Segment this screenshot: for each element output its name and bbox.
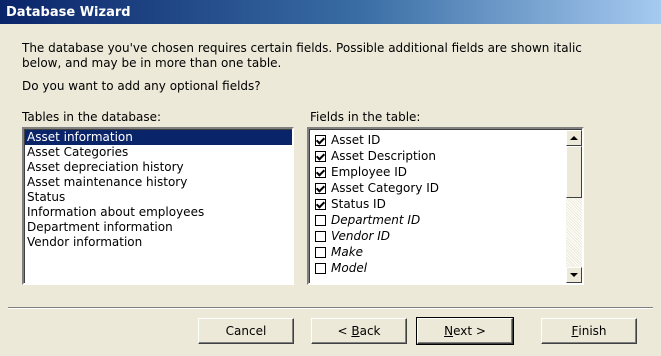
next-button[interactable]: Next > [416, 317, 514, 345]
field-label: Employee ID [331, 165, 408, 179]
tables-label: Tables in the database: [22, 110, 162, 124]
scroll-down-button[interactable] [566, 267, 582, 283]
table-list-item[interactable]: Asset information [25, 130, 292, 145]
fields-list-container: Asset ID Asset Description Employee ID Asse… [309, 129, 582, 283]
table-list-item[interactable]: Vendor information [25, 235, 292, 250]
field-label: Vendor ID [331, 229, 390, 243]
table-list-item[interactable]: Status [25, 190, 292, 205]
field-checkbox[interactable] [315, 262, 326, 274]
back-button[interactable]: < Back [311, 318, 407, 344]
field-list-item[interactable]: Asset ID [310, 132, 566, 148]
field-checkbox[interactable] [315, 150, 326, 162]
table-list-item[interactable]: Department information [25, 220, 292, 235]
back-button-label-prefix: < [337, 324, 352, 338]
next-button-label-suffix: ext > [453, 324, 486, 338]
field-label: Asset Category ID [331, 181, 440, 195]
fields-scrollbar[interactable] [566, 130, 582, 283]
field-list-item[interactable]: Make [310, 244, 566, 260]
optional-fields-question: Do you want to add any optional fields? [22, 79, 261, 93]
fields-label: Fields in the table: [310, 110, 421, 124]
field-label: Model [331, 261, 368, 275]
intro-text-line-2: below, and may be in more than one table… [22, 56, 282, 70]
next-button-accesskey: N [444, 324, 454, 338]
finish-button-label-suffix: inish [578, 324, 607, 338]
field-list-item[interactable]: Asset Category ID [310, 180, 566, 196]
field-list-item[interactable]: Employee ID [310, 164, 566, 180]
table-list-item[interactable]: Asset Categories [25, 145, 292, 160]
table-list-item[interactable]: Asset maintenance history [25, 175, 292, 190]
fields-listbox[interactable]: Asset ID Asset Description Employee ID Asse… [307, 127, 584, 285]
field-checkbox[interactable] [315, 198, 326, 210]
intro-text-line-1: The database you've chosen requires cert… [22, 41, 582, 55]
tables-list: Asset information Asset Categories Asset d… [24, 129, 292, 283]
finish-button[interactable]: Finish [541, 318, 637, 344]
scroll-up-button[interactable] [566, 130, 582, 146]
field-checkbox[interactable] [315, 166, 326, 178]
field-checkbox[interactable] [315, 134, 326, 146]
tables-listbox[interactable]: Asset information Asset Categories Asset d… [22, 127, 294, 285]
table-list-item[interactable]: Information about employees [25, 205, 292, 220]
cancel-button[interactable]: Cancel [198, 318, 294, 344]
field-label: Asset Description [331, 149, 436, 163]
field-label: Status ID [331, 197, 386, 211]
field-checkbox[interactable] [315, 246, 326, 258]
fields-list: Asset ID Asset Description Employee ID Asse… [310, 132, 566, 276]
field-list-item[interactable]: Department ID [310, 212, 566, 228]
title-bar: Database Wizard [0, 0, 661, 24]
scroll-up-arrow-icon [570, 136, 578, 140]
field-list-item[interactable]: Asset Description [310, 148, 566, 164]
field-list-item[interactable]: Status ID [310, 196, 566, 212]
field-checkbox[interactable] [315, 182, 326, 194]
back-button-accesskey: B [351, 324, 360, 338]
field-label: Make [331, 245, 364, 259]
window-title: Database Wizard [6, 4, 131, 20]
back-button-label-suffix: ack [359, 324, 381, 338]
field-checkbox[interactable] [315, 214, 326, 226]
field-list-item[interactable]: Model [310, 260, 566, 276]
scrollbar-thumb[interactable] [566, 146, 582, 198]
table-list-item[interactable]: Asset depreciation history [25, 160, 292, 175]
field-list-item[interactable]: Vendor ID [310, 228, 566, 244]
field-label: Department ID [331, 213, 421, 227]
field-checkbox[interactable] [315, 230, 326, 242]
footer-separator [8, 307, 653, 309]
field-label: Asset ID [331, 133, 381, 147]
cancel-button-label: Cancel [225, 324, 267, 338]
scroll-down-arrow-icon [570, 273, 578, 277]
finish-button-accesskey: F [571, 324, 579, 338]
